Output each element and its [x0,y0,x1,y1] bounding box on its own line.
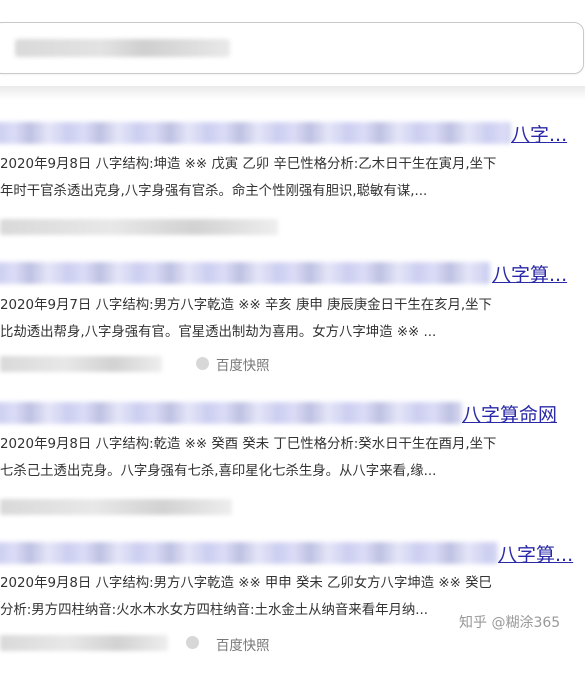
result-title-link[interactable]: 八字算... [492,260,567,287]
result-title-redacted [0,262,490,284]
search-box[interactable] [0,22,584,74]
snapshot-icon [186,636,199,649]
result-title-link[interactable]: 八字算... [498,540,573,567]
result-snippet-line: 2020年9月7日 八字结构:男方八字乾造 ※※ 辛亥 庚申 庚辰庚金日干生在亥… [0,298,492,313]
watermark: 知乎 @糊涂365 [459,615,561,631]
result-url-redacted [0,356,162,372]
result-snippet-line: 分析:男方四柱纳音:火水木水女方四柱纳音:土水金土从纳音来看年月纳... [0,603,429,618]
header-divider [0,86,585,100]
result-title-link[interactable]: 八字算命网 [462,400,557,427]
snapshot-link[interactable]: 百度快照 [216,354,270,374]
result-snippet-line: 年时干官杀透出克身,八字身强有官杀。命主个性刚强有胆识,聪敏有谋,... [0,184,428,199]
result-snippet-line: 七杀己土透出克身。八字身强有七杀,喜印星化七杀生身。从八字来看,缘... [0,464,437,479]
result-title-redacted [0,542,498,564]
result-title-row[interactable]: 八字... [0,118,585,148]
result-snippet-line: 比劫透出帮身,八字身强有官。官星透出制劫为喜用。女方八字坤造 ※※ ... [0,325,437,340]
search-result: 八字算... 2020年9月7日 八字结构:男方八字乾造 ※※ 辛亥 庚申 庚辰… [0,258,585,374]
result-title-link[interactable]: 八字... [511,120,567,147]
snapshot-icon [196,357,209,370]
result-snippet-line: 2020年9月8日 八字结构:乾造 ※※ 癸酉 癸未 丁巳性格分析:癸水日干生在… [0,437,497,452]
search-result: 八字... 2020年9月8日 八字结构:坤造 ※※ 戊寅 乙卯 辛巳性格分析:… [0,118,585,235]
result-snippet-line: 2020年9月8日 八字结构:坤造 ※※ 戊寅 乙卯 辛巳性格分析:乙木日干生在… [0,157,497,172]
result-title-row[interactable]: 八字算... [0,538,585,568]
result-title-row[interactable]: 八字算命网 [0,398,585,428]
snapshot-link[interactable]: 百度快照 [216,634,270,654]
result-url-redacted [0,219,278,235]
result-title-redacted [0,122,511,144]
result-url-redacted [0,499,232,515]
search-query-redacted [15,39,230,57]
search-result: 八字算... 2020年9月8日 八字结构:男方八字乾造 ※※ 甲申 癸未 乙卯… [0,538,585,654]
result-snippet-line: 2020年9月8日 八字结构:男方八字乾造 ※※ 甲申 癸未 乙卯女方八字坤造 … [0,576,492,591]
search-result: 八字算命网 2020年9月8日 八字结构:乾造 ※※ 癸酉 癸未 丁巳性格分析:… [0,398,585,515]
result-url-redacted [0,635,168,651]
result-title-row[interactable]: 八字算... [0,258,585,288]
result-title-redacted [0,402,462,424]
